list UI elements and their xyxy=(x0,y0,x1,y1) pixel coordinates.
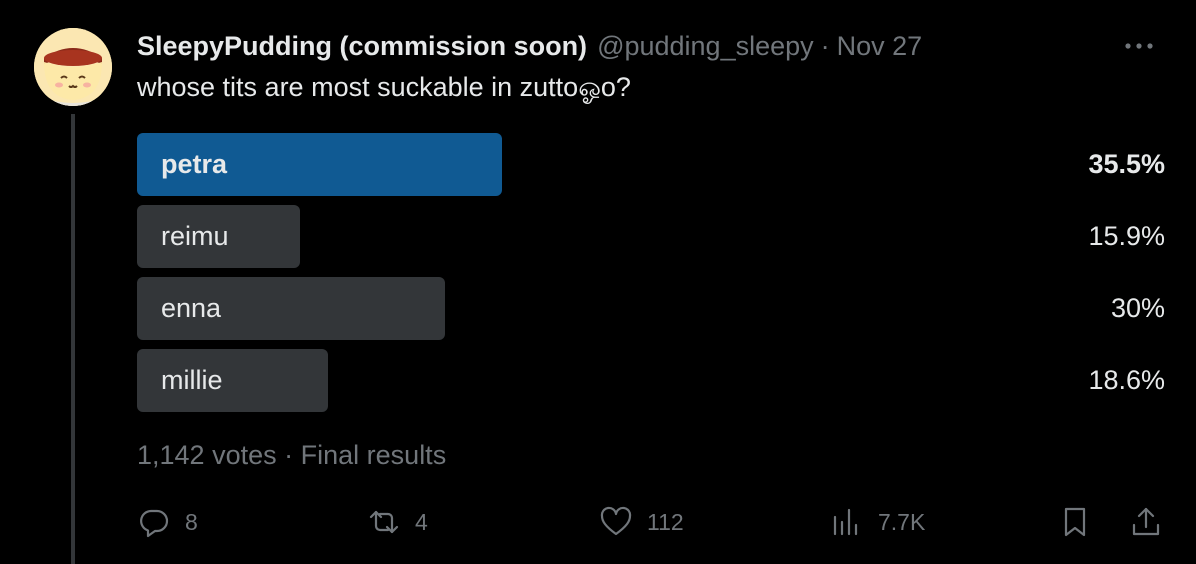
views-icon xyxy=(833,508,858,536)
poll-option: petra 35.5% xyxy=(137,133,1165,196)
share-icon xyxy=(1132,507,1160,536)
poll-option-label: enna xyxy=(161,293,222,323)
poll-option: millie 18.6% xyxy=(137,349,1165,412)
thread-line xyxy=(71,114,75,564)
reply-icon xyxy=(140,509,169,538)
poll-meta-separator: · xyxy=(284,440,294,470)
like-count: 112 xyxy=(647,508,684,535)
poll-option-percent: 35.5% xyxy=(1088,149,1165,179)
reply-count: 8 xyxy=(185,508,198,535)
poll-status: Final results xyxy=(300,440,447,470)
more-options-icon[interactable] xyxy=(1122,32,1156,52)
avatar[interactable] xyxy=(34,28,112,106)
repost-button[interactable]: 4 xyxy=(367,502,428,542)
bookmark-icon xyxy=(1064,507,1086,537)
heart-icon xyxy=(600,506,632,536)
poll-meta: 1,142 votes · Final results xyxy=(137,440,446,471)
repost-count: 4 xyxy=(415,508,428,535)
poll-option-label: reimu xyxy=(161,221,229,251)
reply-button[interactable]: 8 xyxy=(137,502,198,542)
poll-votes: 1,142 votes xyxy=(137,440,277,470)
poll-option-percent: 18.6% xyxy=(1088,365,1165,395)
views-button[interactable]: 7.7K xyxy=(830,502,925,542)
poll-option-percent: 30% xyxy=(1110,293,1165,323)
tweet-date[interactable]: Nov 27 xyxy=(837,31,923,62)
like-button[interactable]: 112 xyxy=(599,502,684,542)
poll-option-label: millie xyxy=(161,365,223,395)
repost-icon xyxy=(369,510,399,534)
author-handle[interactable]: @pudding_sleepy xyxy=(597,31,814,62)
share-button[interactable] xyxy=(1129,502,1163,542)
views-count: 7.7K xyxy=(878,508,926,535)
poll-option: reimu 15.9% xyxy=(137,205,1165,268)
tweet-header: SleepyPudding (commission soon) @pudding… xyxy=(137,28,1156,64)
poll-option: enna 30% xyxy=(137,277,1165,340)
header-separator: · xyxy=(820,30,830,61)
pudding-avatar-icon xyxy=(34,28,112,106)
poll-option-percent: 15.9% xyxy=(1088,221,1165,251)
tweet-text: whose tits are most suckable in zuttoஓo? xyxy=(137,72,631,102)
author-name[interactable]: SleepyPudding (commission soon) xyxy=(137,31,587,62)
poll: petra 35.5% reimu 15.9% enna 30% millie … xyxy=(137,133,1165,421)
poll-option-label: petra xyxy=(161,149,228,179)
action-bar: 8 4 112 7.7K xyxy=(137,502,1165,542)
bookmark-button[interactable] xyxy=(1058,502,1092,542)
